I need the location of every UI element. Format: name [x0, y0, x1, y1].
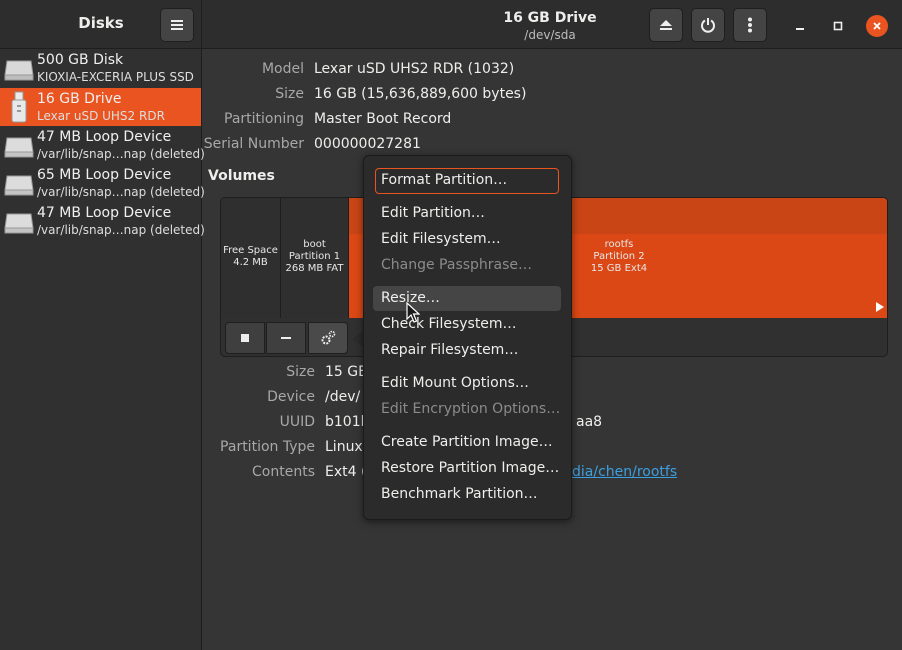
model-label: Model — [261, 61, 304, 77]
boot-partition-segment[interactable]: boot Partition 1 268 MB FAT — [281, 198, 349, 318]
serial-label: Serial Number — [203, 136, 304, 152]
uuid-label: UUID — [279, 414, 315, 430]
maximize-icon — [833, 21, 843, 31]
disk-icon — [4, 175, 34, 196]
disk-list-sidebar: 500 GB Disk KIOXIA-EXCERIA PLUS SSD 16 G… — [0, 49, 205, 650]
delete-partition-button[interactable] — [266, 322, 306, 354]
serial-value: 000000027281 — [314, 136, 421, 152]
disk-name: 47 MB Loop Device — [37, 205, 172, 221]
menu-item-format-partition[interactable]: Format Partition… — [381, 172, 507, 188]
minimize-icon — [796, 28, 804, 30]
menu-item-edit-partition[interactable]: Edit Partition… — [381, 205, 485, 221]
device-label: Device — [267, 389, 315, 405]
partition-size-label: Size — [286, 364, 315, 380]
menu-item-change-passphrase: Change Passphrase… — [381, 257, 533, 273]
mouse-cursor-icon — [406, 302, 420, 323]
disk-item-loop-1[interactable]: 47 MB Loop Device /var/lib/snap…nap (del… — [0, 126, 205, 164]
close-button[interactable] — [866, 15, 888, 37]
disk-name: 65 MB Loop Device — [37, 167, 172, 183]
header-bar: Disks 16 GB Drive /dev/sda — [0, 0, 902, 49]
sidebar-header: Disks — [0, 0, 202, 48]
disk-subtitle: /var/lib/snap…nap (deleted) — [37, 223, 205, 237]
menu-item-edit-filesystem[interactable]: Edit Filesystem… — [381, 231, 501, 247]
segment-label: 268 MB FAT — [285, 263, 344, 274]
contents-value: Ext4 ( — [325, 464, 367, 480]
disk-icon — [4, 137, 34, 158]
disk-subtitle: /var/lib/snap…nap (deleted) — [37, 147, 205, 161]
power-icon — [701, 18, 715, 33]
uuid-value-end: aa8 — [576, 414, 603, 430]
partition-options-menu: Format Partition… Edit Partition… Edit F… — [363, 155, 572, 520]
maximize-button[interactable] — [827, 15, 849, 37]
disk-subtitle: KIOXIA-EXCERIA PLUS SSD — [37, 70, 194, 84]
minimize-button[interactable] — [789, 15, 811, 37]
menu-item-repair-filesystem[interactable]: Repair Filesystem… — [381, 342, 518, 358]
usb-drive-icon — [11, 91, 27, 123]
gears-icon — [321, 330, 336, 345]
contents-label: Contents — [252, 464, 315, 480]
popover-arrow — [352, 331, 363, 347]
disk-item-500gb[interactable]: 500 GB Disk KIOXIA-EXCERIA PLUS SSD — [0, 49, 201, 87]
device-value: /dev/ — [325, 389, 361, 405]
stop-icon — [241, 334, 249, 342]
disk-item-loop-3[interactable]: 47 MB Loop Device /var/lib/snap…nap (del… — [0, 202, 205, 240]
hamburger-menu-button[interactable] — [160, 8, 194, 42]
drive-title: 16 GB Drive — [503, 10, 597, 26]
disk-name: 16 GB Drive — [37, 91, 122, 107]
size-value: 16 GB (15,636,889,600 bytes) — [314, 86, 527, 102]
app-title: Disks — [78, 14, 124, 32]
menu-item-restore-partition-image[interactable]: Restore Partition Image… — [381, 460, 559, 476]
model-value: Lexar uSD UHS2 RDR (1032) — [314, 61, 515, 77]
minus-icon — [281, 337, 291, 339]
partitioning-value: Master Boot Record — [314, 111, 452, 127]
segment-label: Free Space — [223, 245, 278, 256]
menu-item-create-partition-image[interactable]: Create Partition Image… — [381, 434, 553, 450]
partition-type-value: Linux — [325, 439, 363, 455]
mounted-play-icon — [876, 302, 884, 312]
menu-item-edit-encryption-options: Edit Encryption Options… — [381, 401, 561, 417]
disk-subtitle: /var/lib/snap…nap (deleted) — [37, 185, 205, 199]
disk-name: 47 MB Loop Device — [37, 129, 172, 145]
partition-options-button[interactable] — [308, 322, 348, 354]
hamburger-icon — [171, 20, 183, 30]
power-off-button[interactable] — [691, 8, 725, 42]
disk-icon — [4, 213, 34, 234]
drive-options-button[interactable] — [733, 8, 767, 42]
size-label: Size — [275, 86, 304, 102]
close-icon — [873, 22, 881, 30]
segment-label: boot — [303, 239, 326, 250]
drive-path: /dev/sda — [524, 28, 576, 42]
volumes-heading: Volumes — [208, 168, 275, 184]
disk-name: 500 GB Disk — [37, 52, 124, 68]
stop-button[interactable] — [225, 322, 265, 354]
menu-item-check-filesystem[interactable]: Check Filesystem… — [381, 316, 517, 332]
segment-label: Partition 1 — [288, 251, 341, 262]
disk-item-loop-2[interactable]: 65 MB Loop Device /var/lib/snap…nap (del… — [0, 164, 205, 202]
ssd-icon — [4, 60, 34, 81]
partition-size-value: 15 GB — [325, 364, 368, 380]
mount-point-link[interactable]: dia/chen/rootfs — [572, 464, 677, 480]
partition-type-label: Partition Type — [220, 439, 315, 455]
eject-icon — [660, 20, 672, 30]
menu-item-edit-mount-options[interactable]: Edit Mount Options… — [381, 375, 529, 391]
disk-subtitle: Lexar uSD UHS2 RDR — [37, 109, 165, 123]
partitioning-label: Partitioning — [224, 111, 304, 127]
more-vertical-icon — [748, 17, 752, 33]
eject-button[interactable] — [649, 8, 683, 42]
segment-label: 4.2 MB — [233, 257, 268, 268]
disk-item-16gb[interactable]: 16 GB Drive Lexar uSD UHS2 RDR — [0, 88, 201, 126]
free-space-segment[interactable]: Free Space 4.2 MB — [221, 198, 281, 318]
menu-item-benchmark-partition[interactable]: Benchmark Partition… — [381, 486, 538, 502]
